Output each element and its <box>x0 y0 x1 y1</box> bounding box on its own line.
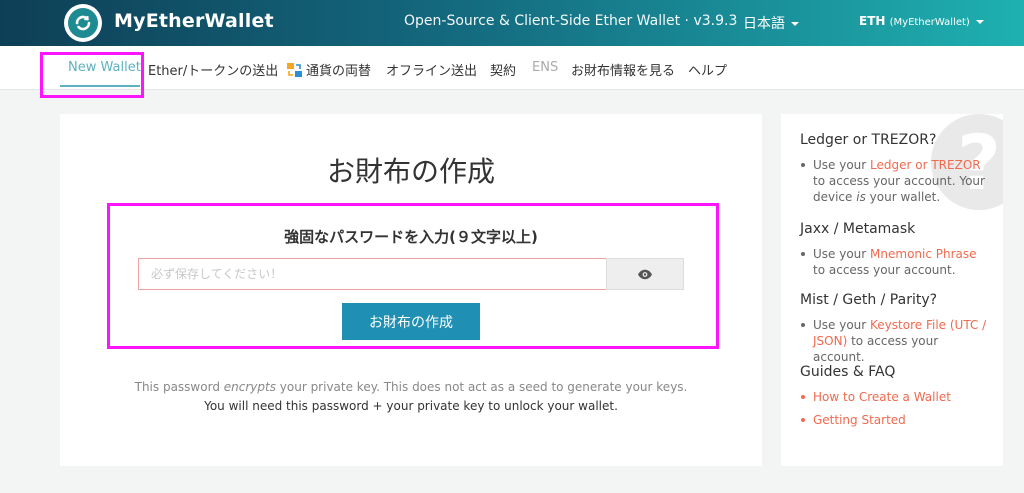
help-sidebar: ? Ledger or TREZOR? Use your Ledger or T… <box>781 114 1003 466</box>
text: Use your <box>813 158 871 172</box>
text: your wallet. <box>865 190 941 204</box>
tab-swap-label: 通貨の両替 <box>306 64 372 79</box>
language-label: 日本語 <box>743 16 785 32</box>
note-emphasis: encrypts <box>223 380 276 394</box>
chevron-down-icon <box>975 19 984 24</box>
tab-contracts[interactable]: 契約 <box>490 60 516 79</box>
main-nav: New Wallet Ether/トークンの送出 通貨の両替 オフライン送出 契… <box>0 46 1024 90</box>
note-text-2: your private key. This does not act as a… <box>275 380 688 394</box>
sidebar-heading-jaxx: Jaxx / Metamask <box>800 221 916 237</box>
text: Use your <box>813 318 871 332</box>
text-emphasis: is <box>856 190 866 204</box>
link-ledger-trezor[interactable]: Ledger or TREZOR <box>870 158 981 172</box>
highlight-box-new-wallet <box>40 52 144 98</box>
highlight-box-password <box>107 203 719 349</box>
link-mnemonic[interactable]: Mnemonic Phrase <box>870 247 977 261</box>
top-header: MyEtherWallet Open-Source & Client-Side … <box>0 0 1024 46</box>
sidebar-heading-hardware: Ledger or TREZOR? <box>800 132 937 148</box>
brand-name[interactable]: MyEtherWallet <box>114 10 274 32</box>
password-note-2: You will need this password + your priva… <box>204 399 618 413</box>
tab-help[interactable]: ヘルプ <box>688 60 727 79</box>
sidebar-item-jaxx: Use your Mnemonic Phrase to access your … <box>801 246 987 278</box>
tab-send-offline[interactable]: オフライン送出 <box>386 60 477 79</box>
sidebar-item-hardware: Use your Ledger or TREZOR to access your… <box>801 157 987 205</box>
chevron-down-icon <box>791 22 799 26</box>
password-note: This password encrypts your private key.… <box>60 380 762 394</box>
page-title: お財布の作成 <box>326 155 495 188</box>
nav-divider <box>0 89 1024 90</box>
text: to access your account. <box>813 263 956 277</box>
tab-send-ether-tokens[interactable]: Ether/トークンの送出 <box>148 60 278 79</box>
note-text-1: This password <box>134 380 224 394</box>
sidebar-heading-guides: Guides & FAQ <box>800 364 896 380</box>
text: Use your <box>813 247 871 261</box>
network-dropdown[interactable]: ETH (MyEtherWallet) <box>859 14 984 28</box>
sidebar-item-mist: Use your Keystore File (UTC / JSON) to a… <box>801 317 987 365</box>
swap-icon <box>287 63 302 77</box>
network-node: (MyEtherWallet) <box>889 17 970 28</box>
network-label: ETH <box>859 14 886 28</box>
version-tagline: Open-Source & Client-Side Ether Wallet ·… <box>404 13 738 29</box>
logo-icon[interactable] <box>64 4 102 42</box>
sidebar-heading-mist: Mist / Geth / Parity? <box>800 292 938 308</box>
guide-link-getting-started[interactable]: Getting Started <box>801 412 987 428</box>
language-dropdown[interactable]: 日本語 <box>743 13 799 33</box>
tab-ens[interactable]: ENS <box>532 60 558 75</box>
tab-swap[interactable]: 通貨の両替 <box>287 60 371 79</box>
guide-link-create-wallet[interactable]: How to Create a Wallet <box>801 389 987 405</box>
tab-view-wallet-info[interactable]: お財布情報を見る <box>571 60 675 79</box>
